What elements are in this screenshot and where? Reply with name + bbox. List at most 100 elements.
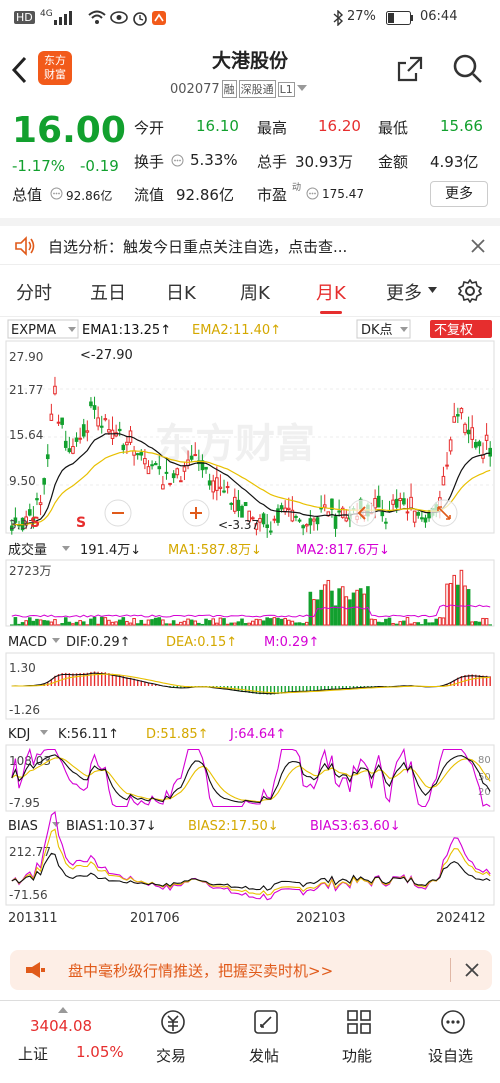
volume-bar	[153, 617, 158, 626]
info-icon[interactable]	[306, 187, 319, 200]
amount-value: 4.93亿	[430, 153, 479, 171]
caret-down-icon[interactable]	[40, 730, 48, 735]
share-icon[interactable]	[396, 55, 424, 83]
kline-chart-svg[interactable]: 东方财富 EXPMA EMA1:13.25↑ EMA2:11.40↑ DK点 不…	[0, 317, 500, 941]
candle-body	[470, 427, 475, 440]
caret-down-icon[interactable]	[428, 287, 437, 294]
tag-margin: 融	[221, 80, 237, 98]
volume-bar	[78, 620, 82, 626]
y-label: 15.64	[9, 428, 43, 442]
battery-icon	[386, 11, 413, 25]
candle-body	[63, 440, 68, 448]
candle-body	[477, 441, 482, 447]
index-value[interactable]: 3404.08	[30, 1017, 92, 1035]
volume-bar	[391, 623, 395, 626]
info-icon[interactable]	[50, 187, 63, 200]
caret-down-icon[interactable]	[52, 638, 60, 643]
volume-bar	[384, 618, 388, 626]
volume-bar	[405, 617, 410, 626]
macd-dea: DEA:0.15↑	[166, 635, 237, 650]
j-line	[11, 747, 491, 808]
bias1: BIAS1:10.37↓	[66, 819, 157, 834]
nav-set-watchlist[interactable]: 设自选	[428, 1045, 473, 1066]
volume-bar	[366, 586, 370, 626]
close-icon[interactable]	[470, 238, 486, 254]
candle-body	[308, 518, 313, 526]
tab-monthly-k[interactable]: 月K	[316, 279, 346, 314]
volume-bar	[416, 622, 421, 626]
volume-bar	[481, 617, 485, 626]
volume-name: 成交量	[8, 542, 47, 558]
candle-body	[344, 517, 349, 522]
caret-down-icon[interactable]	[52, 822, 60, 827]
candle-body	[301, 525, 305, 529]
candle-body	[423, 517, 428, 523]
bluetooth-icon	[333, 10, 344, 26]
volume-bar	[35, 618, 39, 626]
tab-five-day[interactable]: 五日	[90, 279, 126, 305]
info-icon[interactable]	[171, 154, 184, 167]
high-value: 16.20	[318, 117, 361, 135]
tab-daily-k[interactable]: 日K	[166, 279, 196, 305]
volume-bar	[31, 620, 36, 626]
candle-body	[484, 434, 489, 441]
close-icon[interactable]	[464, 962, 480, 978]
tab-intraday[interactable]: 分时	[16, 279, 52, 305]
nav-functions[interactable]: 功能	[342, 1045, 372, 1066]
chart-area[interactable]: 东方财富 EXPMA EMA1:13.25↑ EMA2:11.40↑ DK点 不…	[0, 316, 500, 940]
nav-trade[interactable]: 交易	[156, 1045, 186, 1066]
volume-bar	[258, 619, 262, 626]
nav-post[interactable]: 发帖	[249, 1045, 279, 1066]
period-tabs: 分时 五日 日K 周K 月K 更多	[0, 264, 500, 316]
volume-bar	[438, 617, 442, 626]
volume-bar	[207, 620, 212, 626]
candle-body	[135, 453, 140, 456]
volume-bar	[164, 623, 169, 626]
kdj-header: KDJ K:56.11↑ D:51.85↑ J:64.64↑	[8, 727, 286, 742]
tab-weekly-k[interactable]: 周K	[240, 279, 270, 305]
volume-bar	[398, 621, 403, 626]
trade-icon[interactable]	[160, 1009, 186, 1035]
gear-icon[interactable]	[458, 279, 482, 303]
tab-more[interactable]: 更多	[386, 279, 422, 305]
candle-body	[71, 446, 75, 454]
volume-bar	[222, 618, 226, 626]
volume-bar	[49, 621, 54, 626]
caret-down-icon[interactable]	[68, 327, 76, 332]
candle-body	[89, 401, 93, 407]
candle-body	[164, 471, 169, 474]
volume-bar	[315, 599, 320, 626]
volume-bar	[283, 618, 287, 626]
grid-icon[interactable]	[346, 1009, 372, 1035]
caret-up-icon[interactable]	[58, 1007, 68, 1013]
notice-banner[interactable]: 自选分析：触发今日重点关注自选，点击查...	[0, 218, 500, 264]
volume-bar	[197, 622, 201, 626]
promo-bar[interactable]: 盘中毫秒级行情推送，把握买卖时机>>	[10, 950, 492, 990]
search-icon[interactable]	[452, 53, 484, 85]
candle-body	[74, 437, 79, 442]
volume-bar	[236, 621, 241, 626]
sell-marker: S	[76, 515, 86, 531]
kdj-j: J:64.64↑	[229, 727, 286, 742]
index-change: 1.05%	[76, 1043, 124, 1061]
caret-down-icon[interactable]	[62, 546, 70, 551]
caret-down-icon[interactable]	[400, 327, 408, 332]
ema1-value: EMA1:13.25↑	[82, 323, 171, 338]
more-dots-icon[interactable]	[440, 1009, 466, 1035]
volume-bar	[139, 619, 144, 626]
volume-bar	[157, 617, 162, 626]
volume-bar	[193, 620, 198, 626]
volume-bar	[369, 618, 374, 626]
float-label: 流值	[134, 186, 165, 204]
x-label: 201706	[130, 911, 180, 926]
volume-bar	[186, 618, 190, 626]
expma-header: EXPMA EMA1:13.25↑ EMA2:11.40↑ DK点 不复权	[7, 319, 492, 339]
candle-body	[272, 518, 277, 521]
chevron-down-icon[interactable]	[296, 85, 307, 93]
post-icon[interactable]	[253, 1009, 279, 1035]
volume-bar	[182, 620, 187, 626]
more-button[interactable]: 更多	[430, 181, 488, 207]
kdj-d: D:51.85↑	[146, 727, 209, 742]
candle-body	[441, 475, 446, 486]
scroll-left-button[interactable]	[348, 499, 376, 527]
